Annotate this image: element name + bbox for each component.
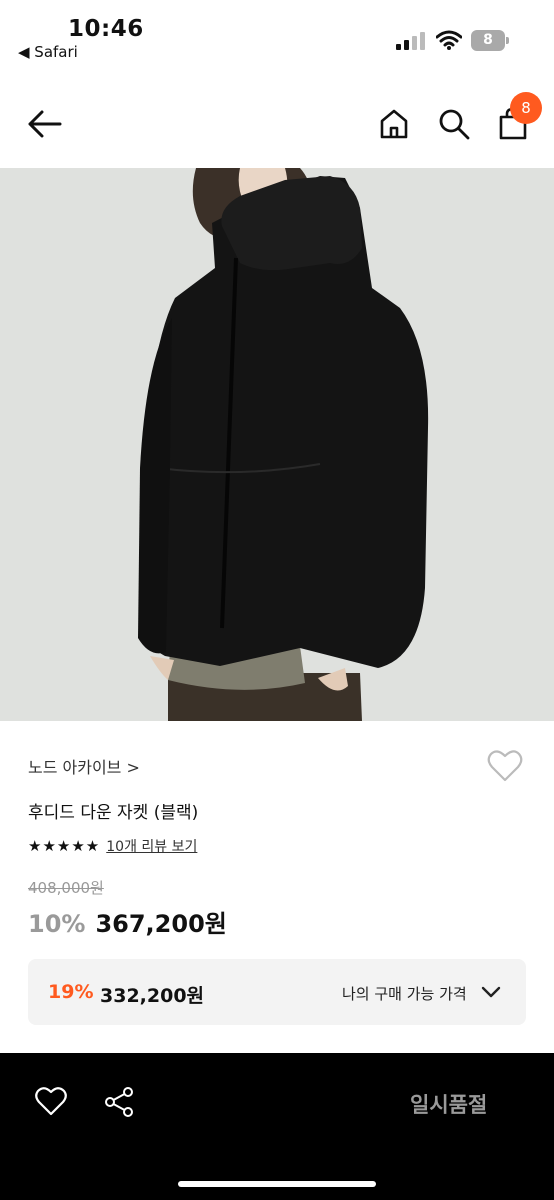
my-purchase-price-toggle[interactable]: 19% 332,200원 나의 구매 가능 가격 [28,959,526,1025]
search-icon[interactable] [436,106,472,142]
back-to-safari-link[interactable]: ◀ Safari [18,43,78,61]
cart-count-badge: 8 [510,92,542,124]
cellular-signal-icon [396,32,426,50]
status-bar: 10:46 ◀ Safari 8 [0,0,554,70]
top-nav-bar [0,78,554,170]
star-rating: ★★★★★ [28,837,101,855]
status-time: 10:46 [68,16,144,42]
home-indicator [178,1181,376,1187]
review-link[interactable]: 10개 리뷰 보기 [106,836,197,856]
sale-price: 367,200원 [95,910,227,938]
product-title: 후디드 다운 자켓 (블랙) [28,803,199,823]
share-icon[interactable] [102,1085,136,1119]
original-price: 408,000원 [28,879,104,897]
chevron-down-icon [481,986,501,998]
price-row: 10% 367,200원 [28,904,227,938]
heart-icon[interactable] [34,1085,68,1117]
bottom-action-bar: 일시품절 [0,1053,554,1200]
product-image[interactable] [0,168,554,721]
battery-level: 8 [483,32,493,48]
rating-row: ★★★★★ 10개 리뷰 보기 [28,836,197,856]
discount-rate: 10% [28,910,86,938]
heart-icon[interactable] [486,748,524,784]
buy-discount-rate: 19% [48,981,94,1003]
soldout-button[interactable]: 일시품절 [410,1089,487,1119]
brand-link[interactable]: 노드 아카이브 > [28,754,140,778]
jacket-photo [0,168,554,721]
home-icon[interactable] [376,106,412,142]
arrow-left-icon[interactable] [24,106,66,142]
buy-price: 332,200원 [100,985,205,1007]
battery-icon: 8 [471,30,509,51]
buy-price-label: 나의 구매 가능 가격 [342,985,467,1003]
wifi-icon [436,30,462,50]
